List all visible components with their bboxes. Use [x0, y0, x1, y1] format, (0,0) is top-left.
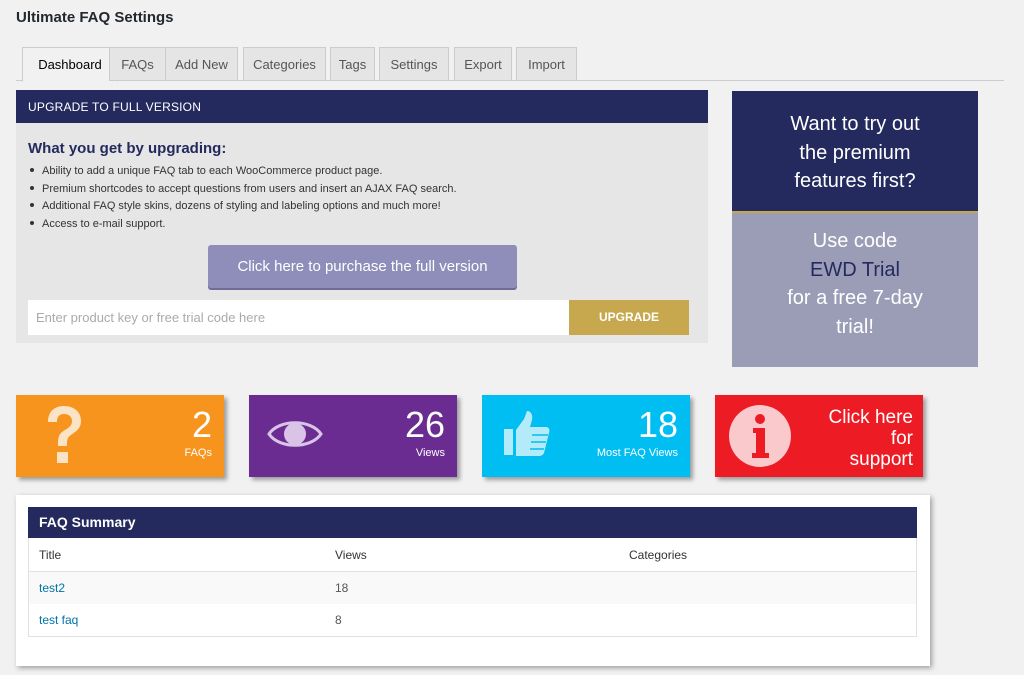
- upgrade-panel: UPGRADE TO FULL VERSION What you get by …: [16, 90, 708, 343]
- most-faq-views-box: 18 Most FAQ Views: [482, 395, 690, 477]
- column-header-categories: Categories: [629, 548, 688, 562]
- views-count: 26: [404, 404, 445, 445]
- info-icon: [729, 405, 791, 467]
- table-header-row: Title Views Categories: [29, 538, 916, 572]
- tab-categories[interactable]: Categories: [243, 47, 326, 81]
- faq-views-value: 8: [335, 613, 342, 627]
- faqs-count: 2: [191, 404, 212, 445]
- tab-add-new[interactable]: Add New: [165, 47, 238, 81]
- tab-settings[interactable]: Settings: [379, 47, 449, 81]
- benefit-item: Ability to add a unique FAQ tab to each …: [30, 163, 457, 181]
- most-faq-views-count: 18: [637, 404, 678, 445]
- faq-summary-heading: FAQ Summary: [28, 507, 917, 538]
- trial-question-line: features first?: [794, 170, 916, 192]
- trial-question-line: Want to try out: [790, 113, 920, 135]
- support-line: support: [849, 449, 913, 470]
- benefit-text: Additional FAQ style skins, dozens of st…: [42, 200, 441, 212]
- trial-question-line: the premium: [799, 141, 911, 164]
- product-key-input[interactable]: [28, 300, 569, 335]
- most-faq-views-label: Most FAQ Views: [596, 447, 678, 459]
- tab-tags[interactable]: Tags: [330, 47, 375, 81]
- tab-import[interactable]: Import: [516, 47, 577, 81]
- benefit-text: Premium shortcodes to accept questions f…: [42, 182, 457, 195]
- column-header-views: Views: [335, 548, 367, 562]
- views-label: Views: [415, 447, 445, 459]
- faq-summary-panel: FAQ Summary Title Views Categories test2…: [16, 495, 930, 666]
- benefit-text: Ability to add a unique FAQ tab to each …: [42, 165, 383, 177]
- faqs-count-box: 2 FAQs: [16, 395, 224, 477]
- column-header-title: Title: [39, 548, 62, 562]
- bullet-icon: [30, 168, 34, 173]
- bullet-icon: [30, 220, 34, 225]
- benefit-text: Access to e-mail support.: [42, 217, 166, 230]
- page-title: Ultimate FAQ Settings: [16, 9, 174, 26]
- faq-title-link[interactable]: test faq: [39, 604, 78, 636]
- eye-icon: [267, 421, 323, 447]
- trial-offer-line: for a free 7-day: [787, 287, 923, 309]
- bullet-icon: [30, 185, 34, 190]
- table-row: test faq 8: [29, 604, 916, 636]
- trial-promo: Want to try out the premium features fir…: [732, 91, 978, 367]
- faqs-label: FAQs: [184, 447, 212, 459]
- benefit-item: Premium shortcodes to accept questions f…: [30, 181, 457, 199]
- views-count-box: 26 Views: [249, 395, 457, 477]
- bullet-icon: [30, 203, 34, 208]
- trial-question: Want to try out the premium features fir…: [732, 91, 978, 213]
- support-line: for: [890, 428, 913, 449]
- tab-dashboard[interactable]: Dashboard: [22, 47, 118, 82]
- trial-offer-line: trial!: [836, 315, 874, 338]
- benefits-list: Ability to add a unique FAQ tab to each …: [30, 163, 457, 233]
- support-text: Click here for support: [829, 407, 913, 470]
- support-line: Click here: [828, 407, 913, 428]
- trial-use-code: Use code: [812, 230, 898, 252]
- tab-export[interactable]: Export: [454, 47, 512, 81]
- thumbs-up-icon: [504, 411, 550, 456]
- upgrade-subheading: What you get by upgrading:: [28, 140, 227, 157]
- support-button[interactable]: Click here for support: [715, 395, 923, 477]
- faq-views-value: 18: [335, 581, 349, 595]
- purchase-full-version-button[interactable]: Click here to purchase the full version: [208, 245, 517, 288]
- trial-offer: Use code EWD Trial for a free 7-day tria…: [732, 213, 978, 367]
- faq-summary-table: Title Views Categories test2 18 test faq…: [28, 538, 917, 637]
- upgrade-heading: UPGRADE TO FULL VERSION: [16, 90, 708, 123]
- trial-code: EWD Trial: [810, 258, 900, 281]
- question-icon: [48, 406, 81, 463]
- table-row: test2 18: [29, 572, 916, 604]
- benefit-item: Access to e-mail support.: [30, 216, 457, 234]
- upgrade-button[interactable]: UPGRADE: [569, 300, 689, 335]
- tab-bar: Dashboard FAQs Add New Categories Tags S…: [16, 47, 1004, 82]
- benefit-item: Additional FAQ style skins, dozens of st…: [30, 198, 457, 216]
- tab-faqs[interactable]: FAQs: [109, 47, 166, 81]
- faq-title-link[interactable]: test2: [39, 572, 65, 604]
